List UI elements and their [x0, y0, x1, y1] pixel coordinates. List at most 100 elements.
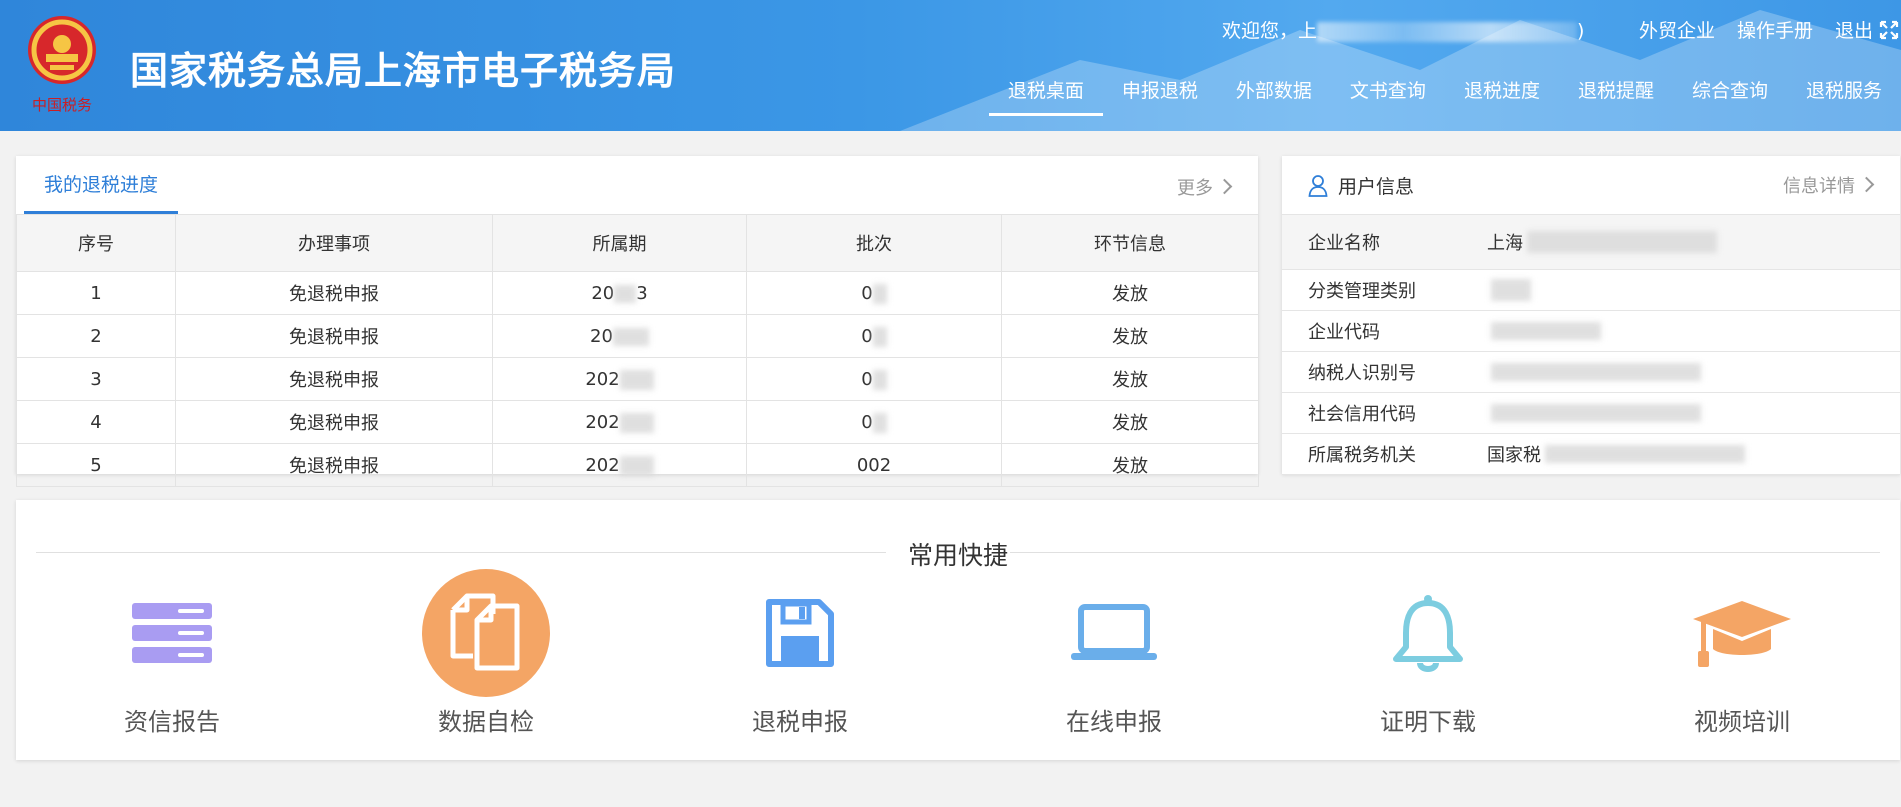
user-info-title: 用户信息	[1338, 176, 1415, 198]
quick-access-title: 常用快捷	[907, 541, 1008, 570]
refund-progress-table: 序号 办理事项 所属期 批次 环节信息 1 免退税申报 20 3 0 发放 2 免…	[16, 214, 1259, 487]
nav-refund-reminder[interactable]: 退税提醒	[1559, 78, 1673, 118]
copy-documents-icon	[422, 569, 550, 697]
nav-refund-service[interactable]: 退税服务	[1787, 78, 1901, 118]
main-nav: 退税桌面 申报退税 外部数据 文书查询 退税进度 退税提醒 综合查询 退税服务	[988, 78, 1901, 118]
national-emblem-logo: 中国税务	[28, 16, 96, 114]
cell-period: 202	[492, 400, 747, 444]
quick-access-items: 资信报告 数据自检 退税申报 在线申报 证明下载 视频培训	[16, 568, 1900, 748]
cell-status: 发放	[1001, 314, 1259, 358]
info-details-link[interactable]: 信息详情	[1783, 172, 1875, 198]
quick-item-certificate-download[interactable]: 证明下载	[1328, 568, 1528, 737]
info-row-taxpayer-id: 纳税人识别号	[1282, 352, 1900, 393]
quick-item-refund-declaration[interactable]: 退税申报	[700, 568, 900, 737]
quick-item-label: 在线申报	[1066, 708, 1162, 736]
info-value	[1487, 322, 1601, 340]
quick-item-data-self-check[interactable]: 数据自检	[386, 568, 586, 737]
more-label: 更多	[1177, 178, 1213, 199]
laptop-icon	[1071, 604, 1157, 660]
bell-icon	[1393, 595, 1463, 672]
link-operation-manual[interactable]: 操作手册	[1737, 16, 1813, 43]
user-info-panel: 用户信息 信息详情 企业名称 上海 分类管理类别 企业代码 纳税人识别号 社会信…	[1282, 156, 1900, 475]
redacted-username	[1317, 21, 1578, 42]
cell-no: 2	[16, 314, 176, 358]
floppy-disk-icon	[766, 599, 834, 667]
info-value: 国家税	[1487, 441, 1745, 467]
cell-no: 4	[16, 400, 176, 444]
table-header-row: 序号 办理事项 所属期 批次 环节信息	[16, 214, 1259, 272]
cell-period: 202	[492, 357, 747, 401]
nav-declare-refund[interactable]: 申报退税	[1103, 78, 1217, 118]
column-header: 所属期	[492, 214, 747, 272]
quick-item-label: 证明下载	[1380, 708, 1476, 736]
cell-period: 20	[492, 314, 747, 358]
cell-item: 免退税申报	[175, 314, 493, 358]
cell-period: 20 3	[492, 271, 747, 315]
column-header: 批次	[746, 214, 1002, 272]
site-title: 国家税务总局上海市电子税务局	[130, 49, 677, 93]
table-row[interactable]: 2 免退税申报 20 0 发放	[16, 314, 1259, 358]
graduation-cap-icon	[1693, 601, 1791, 667]
info-value	[1487, 363, 1701, 381]
chevron-right-icon	[1216, 178, 1233, 195]
cell-no: 1	[16, 271, 176, 315]
cell-no: 3	[16, 357, 176, 401]
cell-item: 免退税申报	[175, 357, 493, 401]
info-label: 分类管理类别	[1308, 281, 1416, 302]
info-details-label: 信息详情	[1783, 176, 1855, 197]
quick-item-label: 资信报告	[124, 708, 220, 736]
user-info-header: 用户信息	[1308, 172, 1414, 199]
cell-item: 免退税申报	[175, 443, 493, 487]
cell-batch: 0	[746, 357, 1002, 401]
user-icon	[1308, 174, 1328, 197]
cell-status: 发放	[1001, 271, 1259, 315]
cell-no: 5	[16, 443, 176, 487]
quick-item-online-declaration[interactable]: 在线申报	[1014, 568, 1214, 737]
column-header: 环节信息	[1001, 214, 1259, 272]
link-foreign-trade-enterprise[interactable]: 外贸企业	[1639, 16, 1715, 43]
cell-item: 免退税申报	[175, 271, 493, 315]
cell-status: 发放	[1001, 443, 1259, 487]
tab-my-refund-progress[interactable]: 我的退税进度	[24, 156, 179, 214]
column-header: 办理事项	[175, 214, 493, 272]
info-row-tax-authority: 所属税务机关 国家税	[1282, 434, 1900, 475]
table-row[interactable]: 4 免退税申报 202 0 发放	[16, 400, 1259, 444]
table-row[interactable]: 1 免退税申报 20 3 0 发放	[16, 271, 1259, 315]
nav-comprehensive-query[interactable]: 综合查询	[1673, 78, 1787, 118]
table-row[interactable]: 3 免退税申报 202 0 发放	[16, 357, 1259, 401]
info-label: 企业代码	[1308, 322, 1380, 343]
user-info-table: 企业名称 上海 分类管理类别 企业代码 纳税人识别号 社会信用代码 所属税务机关…	[1282, 214, 1900, 475]
link-logout[interactable]: 退出	[1835, 16, 1873, 43]
nav-external-data[interactable]: 外部数据	[1217, 78, 1331, 118]
info-label: 企业名称	[1308, 233, 1380, 254]
svg-text:中国税务: 中国税务	[32, 96, 92, 114]
info-value	[1487, 279, 1531, 301]
quick-item-credit-report[interactable]: 资信报告	[72, 568, 272, 737]
cell-item: 免退税申报	[175, 400, 493, 444]
quick-item-video-training[interactable]: 视频培训	[1642, 568, 1842, 737]
info-row-company-name: 企业名称 上海	[1282, 215, 1900, 270]
info-row-category: 分类管理类别	[1282, 270, 1900, 311]
top-links: 外贸企业 操作手册 退出	[1639, 16, 1873, 43]
quick-item-label: 数据自检	[438, 708, 534, 736]
top-header: 中国税务 国家税务总局上海市电子税务局 欢迎您，上) 外贸企业 操作手册 退出 …	[0, 0, 1901, 131]
more-link[interactable]: 更多	[1177, 174, 1233, 200]
info-label: 所属税务机关	[1308, 445, 1416, 466]
nav-document-query[interactable]: 文书查询	[1331, 78, 1445, 118]
info-row-credit-code: 社会信用代码	[1282, 393, 1900, 434]
fullscreen-icon[interactable]	[1879, 20, 1899, 40]
info-value	[1487, 404, 1701, 422]
nav-refund-desktop[interactable]: 退税桌面	[988, 78, 1103, 118]
cell-batch: 002	[746, 443, 1002, 487]
cell-batch: 0	[746, 314, 1002, 358]
info-label: 纳税人识别号	[1308, 363, 1416, 384]
info-label: 社会信用代码	[1308, 404, 1416, 425]
info-value: 上海	[1487, 229, 1717, 255]
quick-item-label: 视频培训	[1694, 708, 1790, 736]
nav-refund-progress[interactable]: 退税进度	[1445, 78, 1559, 118]
column-header: 序号	[16, 214, 176, 272]
cell-batch: 0	[746, 400, 1002, 444]
server-icon	[132, 603, 212, 663]
table-row[interactable]: 5 免退税申报 202 002 发放	[16, 443, 1259, 487]
welcome-message: 欢迎您，上)	[1222, 20, 1585, 42]
